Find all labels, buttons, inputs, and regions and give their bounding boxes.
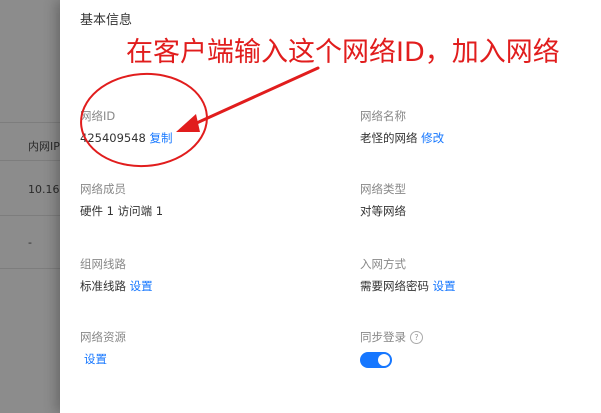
field-route: 组网线路 标准线路 设置	[80, 256, 153, 294]
sync-login-label: 同步登录	[360, 330, 406, 344]
route-settings-button[interactable]: 设置	[130, 279, 153, 293]
network-type-value: 对等网络	[360, 204, 406, 218]
route-label: 组网线路	[80, 257, 126, 271]
sync-login-toggle[interactable]	[360, 352, 392, 368]
network-id-label: 网络ID	[80, 109, 116, 123]
join-method-value: 需要网络密码	[360, 279, 429, 293]
toggle-knob	[378, 354, 390, 366]
rename-network-button[interactable]: 修改	[421, 131, 444, 145]
field-join-method: 入网方式 需要网络密码 设置	[360, 256, 456, 294]
table-cell-ip: -	[28, 236, 32, 249]
copy-network-id-button[interactable]: 复制	[150, 131, 173, 145]
field-sync-login: 同步登录 ?	[360, 329, 423, 368]
field-resources: 网络资源 设置	[80, 329, 126, 367]
section-title: 基本信息	[80, 13, 133, 28]
network-name-value: 老怪的网络	[360, 131, 418, 145]
field-network-id: 网络ID 425409548 复制	[80, 108, 173, 146]
field-network-type: 网络类型 对等网络	[360, 181, 406, 219]
members-value: 硬件 1 访问端 1	[80, 204, 164, 218]
field-members: 网络成员 硬件 1 访问端 1	[80, 181, 163, 219]
join-method-label: 入网方式	[360, 257, 406, 271]
resources-settings-button[interactable]: 设置	[84, 352, 107, 366]
network-type-label: 网络类型	[360, 182, 406, 196]
question-circle-icon[interactable]: ?	[410, 330, 423, 344]
column-header-ip: 内网IP	[28, 140, 60, 153]
resources-label: 网络资源	[80, 330, 126, 344]
annotation-text: 在客户端输入这个网络ID，加入网络	[126, 37, 560, 68]
network-id-value: 425409548	[80, 131, 146, 145]
network-name-label: 网络名称	[360, 109, 406, 123]
route-value: 标准线路	[80, 279, 126, 293]
field-network-name: 网络名称 老怪的网络 修改	[360, 108, 444, 146]
join-method-settings-button[interactable]: 设置	[433, 279, 456, 293]
members-label: 网络成员	[80, 182, 126, 196]
